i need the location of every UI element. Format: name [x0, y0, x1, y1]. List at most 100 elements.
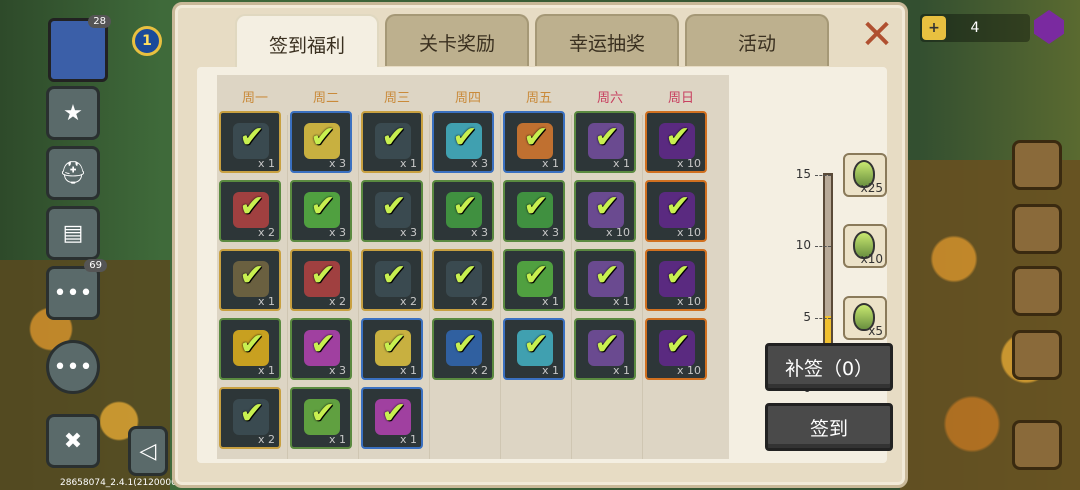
reward-qty: x 2 — [470, 295, 488, 308]
milestone-reward[interactable]: x5 — [843, 295, 887, 340]
more-button[interactable]: ••• — [46, 340, 100, 394]
milestone-qty: x5 — [868, 323, 883, 338]
checkin-panel: 签到福利 关卡奖励 幸运抽奖 活动 ✕ 周一 周二 周三 周四 周五 周六 周日 ✔ x 1 ✔ x… — [172, 2, 908, 488]
tab-lucky-draw[interactable]: 幸运抽奖 — [535, 14, 679, 66]
reward-cell[interactable]: ✔ x 3 — [290, 318, 352, 380]
book-icon: ▤ — [62, 220, 84, 246]
makeup-checkin-button[interactable]: 补签（0） — [765, 343, 893, 391]
reward-cell[interactable]: ✔ x 1 — [503, 249, 565, 311]
chest-button[interactable] — [1012, 420, 1062, 470]
tab-bar: 签到福利 关卡奖励 幸运抽奖 活动 — [235, 14, 829, 70]
checkmark-icon: ✔ — [523, 258, 549, 293]
avatar-badge: 28 — [88, 15, 111, 28]
checkmark-icon: ✔ — [523, 189, 549, 224]
reward-qty: x 1 — [328, 433, 346, 446]
reward-cell[interactable]: ✔ x 3 — [290, 111, 352, 173]
reward-cell[interactable]: ✔ x 1 — [361, 318, 423, 380]
reward-cell[interactable]: ✔ x 3 — [432, 111, 494, 173]
checkmark-icon: ✔ — [523, 120, 549, 155]
player-avatar[interactable]: 28 — [48, 15, 111, 82]
checkmark-icon: ✔ — [239, 189, 265, 224]
map-icon: ✖ — [63, 428, 83, 454]
checkmark-icon: ✔ — [594, 327, 620, 362]
reward-cell[interactable]: ✔ x 10 — [574, 180, 636, 242]
reward-cell[interactable]: ✔ x 1 — [219, 318, 281, 380]
close-icon[interactable]: ✕ — [857, 15, 897, 57]
checkmark-icon: ✔ — [381, 396, 407, 431]
chat-icon: ••• — [53, 280, 93, 306]
reward-cell[interactable]: ✔ x 2 — [290, 249, 352, 311]
reward-qty: x 3 — [470, 157, 488, 170]
checkmark-icon: ✔ — [381, 327, 407, 362]
star-button[interactable]: ★ — [46, 86, 100, 140]
reward-qty: x 1 — [257, 295, 275, 308]
milestone-reward[interactable]: x25 — [843, 153, 887, 197]
reward-cell[interactable]: ✔ x 1 — [574, 249, 636, 311]
column-divider — [571, 115, 572, 459]
checkmark-icon: ✔ — [381, 189, 407, 224]
reward-cell[interactable]: ✔ x 1 — [361, 387, 423, 449]
reward-cell[interactable]: ✔ x 3 — [290, 180, 352, 242]
reward-qty: x 1 — [257, 364, 275, 377]
reward-cell[interactable]: ✔ x 1 — [219, 249, 281, 311]
pet-button[interactable] — [1012, 330, 1062, 380]
reward-qty: x 10 — [605, 226, 630, 239]
reward-cell[interactable]: ✔ x 3 — [432, 180, 494, 242]
reward-cell[interactable]: ✔ x 10 — [645, 111, 707, 173]
reward-qty: x 10 — [676, 226, 701, 239]
checkmark-icon: ✔ — [239, 258, 265, 293]
checkmark-icon: ✔ — [239, 327, 265, 362]
reward-cell[interactable]: ✔ x 1 — [361, 111, 423, 173]
helmet-button[interactable]: ⛑ — [46, 146, 100, 200]
reward-cell[interactable]: ✔ x 3 — [503, 180, 565, 242]
reward-cell[interactable]: ✔ x 3 — [361, 180, 423, 242]
tab-checkin[interactable]: 签到福利 — [235, 14, 379, 70]
reward-cell[interactable]: ✔ x 1 — [503, 318, 565, 380]
reward-cell[interactable]: ✔ x 2 — [432, 318, 494, 380]
checkmark-icon: ✔ — [310, 189, 336, 224]
book-button[interactable]: ▤ — [46, 206, 100, 260]
reward-cell[interactable]: ✔ x 10 — [645, 180, 707, 242]
progress-tick-label: 5 — [803, 309, 811, 324]
progress-tick-label: 10 — [795, 238, 811, 253]
reward-cell[interactable]: ✔ x 2 — [432, 249, 494, 311]
reward-cell[interactable]: ✔ x 10 — [645, 318, 707, 380]
gift-button[interactable] — [1012, 204, 1062, 254]
checkmark-icon: ✔ — [594, 189, 620, 224]
add-gem-button[interactable]: + — [922, 16, 946, 40]
chat-button[interactable]: ••• 69 — [46, 259, 107, 320]
quest-button[interactable] — [1012, 140, 1062, 190]
reward-cell[interactable]: ✔ x 1 — [290, 387, 352, 449]
egg-button[interactable] — [1012, 266, 1062, 316]
reward-cell[interactable]: ✔ x 10 — [645, 249, 707, 311]
checkmark-icon: ✔ — [665, 327, 691, 362]
reward-cell[interactable]: ✔ x 2 — [219, 387, 281, 449]
reward-cell[interactable]: ✔ x 2 — [219, 180, 281, 242]
reward-cell[interactable]: ✔ x 1 — [574, 111, 636, 173]
checkin-button[interactable]: 签到 — [765, 403, 893, 451]
collapse-button[interactable]: ◁ — [128, 426, 168, 476]
milestone-reward[interactable]: x10 — [843, 224, 887, 269]
map-button[interactable]: ✖ — [46, 414, 100, 468]
checkmark-icon: ✔ — [310, 396, 336, 431]
level-badge: 1 — [132, 26, 162, 56]
day-header: 周四 — [454, 91, 481, 106]
reward-cell[interactable]: ✔ x 1 — [574, 318, 636, 380]
reward-qty: x 2 — [257, 226, 275, 239]
reward-cell[interactable]: ✔ x 1 — [503, 111, 565, 173]
reward-qty: x 1 — [612, 157, 630, 170]
tab-events[interactable]: 活动 — [685, 14, 829, 66]
chevron-left-icon: ◁ — [139, 438, 157, 464]
reward-cell[interactable]: ✔ x 2 — [361, 249, 423, 311]
progress-tick-line — [815, 317, 831, 319]
reward-qty: x 10 — [676, 364, 701, 377]
checkmark-icon: ✔ — [310, 327, 336, 362]
tab-level-rewards[interactable]: 关卡奖励 — [385, 14, 529, 66]
checkmark-icon: ✔ — [452, 189, 478, 224]
gem-counter: + 4 — [920, 14, 1030, 42]
day-header: 周一 — [241, 91, 268, 106]
column-divider — [500, 115, 501, 459]
reward-qty: x 2 — [328, 295, 346, 308]
reward-cell[interactable]: ✔ x 1 — [219, 111, 281, 173]
reward-qty: x 1 — [612, 295, 630, 308]
